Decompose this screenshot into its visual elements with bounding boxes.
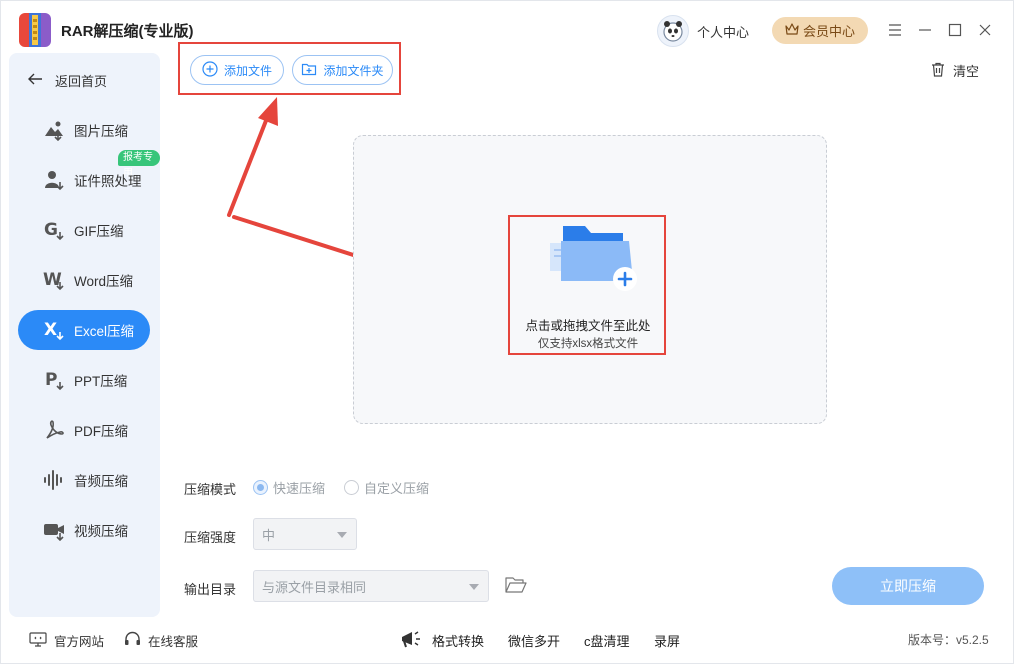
drop-zone-title: 点击或拖拽文件至此处 — [525, 319, 651, 333]
official-website-label: 官方网站 — [54, 635, 105, 649]
mode-quick-label: 快速压缩 — [273, 481, 326, 496]
strength-select[interactable]: 中 — [253, 518, 357, 550]
start-compress-button[interactable]: 立即压缩 — [832, 567, 984, 605]
output-dir-value: 与源文件目录相同 — [262, 579, 367, 595]
footer-link-c-drive-clean[interactable]: c盘清理 — [584, 631, 630, 650]
chevron-down-icon — [337, 532, 347, 538]
output-dir-select[interactable]: 与源文件目录相同 — [253, 570, 489, 602]
online-support-label: 在线客服 — [148, 635, 199, 649]
compress-mode-label: 压缩模式 — [184, 482, 237, 497]
version-label: 版本号：v5.2.5 — [908, 633, 989, 647]
footer-link-screen-record[interactable]: 录屏 — [654, 631, 680, 650]
folder-open-icon — [505, 576, 527, 597]
official-website-link[interactable]: 官方网站 — [29, 631, 104, 650]
compress-strength-label: 压缩强度 — [184, 530, 237, 545]
mode-quick-radio[interactable]: 快速压缩 — [253, 478, 325, 497]
megaphone-icon — [400, 629, 422, 652]
mode-custom-label: 自定义压缩 — [364, 481, 430, 496]
footer-bar: 官方网站 在线客服 格式转换 微信多开 c盘清理 录屏 版本号：v5.2.5 — [1, 621, 1013, 661]
browse-folder-button[interactable] — [504, 575, 528, 597]
chevron-down-icon — [469, 584, 479, 590]
drop-zone-hint: 仅支持xlsx格式文件 — [537, 338, 639, 350]
app-window: RAR解压缩(专业版) 个人中心 会员中心 返回首页 报考专用 图片压缩 证件照… — [0, 0, 1014, 664]
radio-unselected-icon — [344, 480, 359, 495]
footer-link-format-convert[interactable]: 格式转换 — [432, 631, 484, 650]
online-support-link[interactable]: 在线客服 — [124, 631, 198, 650]
mode-custom-radio[interactable]: 自定义压缩 — [344, 478, 429, 497]
monitor-icon — [29, 631, 47, 650]
footer-link-wechat-multi[interactable]: 微信多开 — [508, 631, 560, 650]
output-dir-label: 输出目录 — [184, 582, 237, 597]
folder-add-icon — [547, 223, 639, 293]
radio-selected-icon — [253, 480, 268, 495]
headset-icon — [124, 631, 141, 650]
strength-value: 中 — [262, 527, 276, 543]
